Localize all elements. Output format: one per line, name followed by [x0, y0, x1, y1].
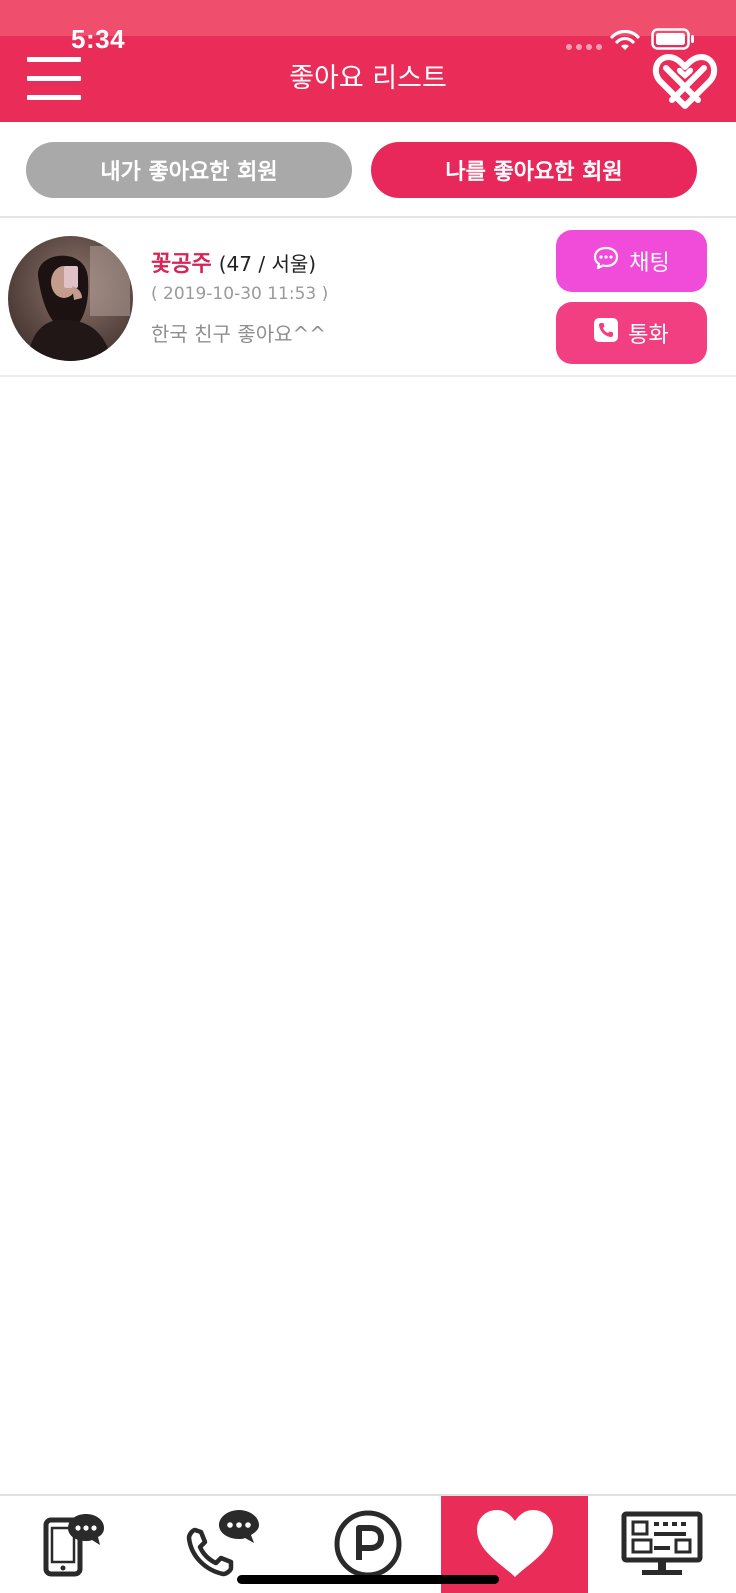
chat-button[interactable]: 채팅	[556, 230, 707, 292]
app-logo-icon[interactable]	[652, 48, 718, 118]
member-message: 한국 친구 좋아요^^	[151, 322, 327, 346]
phone-icon	[594, 318, 619, 348]
wifi-icon	[610, 29, 640, 56]
phone-chat-icon	[179, 1508, 263, 1584]
call-button[interactable]: 통화	[556, 302, 707, 364]
nav-monitor[interactable]	[588, 1496, 735, 1593]
point-icon	[332, 1508, 404, 1584]
chat-button-label: 채팅	[629, 251, 670, 276]
call-button-label: 통화	[628, 323, 669, 348]
member-name-line: 꽃공주 (47 / 서울)	[151, 246, 316, 278]
heart-icon	[473, 1507, 557, 1585]
likes-list-screen: 좋아요 리스트 5:34 내가 좋아요한 회원 나를 좋아요한 회원 꽃공주 (…	[0, 0, 736, 1593]
tab-liked-me[interactable]: 나를 좋아요한 회원	[371, 142, 697, 198]
like-filter-tabs: 내가 좋아요한 회원 나를 좋아요한 회원	[0, 122, 736, 218]
member-age-region: (47 / 서울)	[218, 252, 317, 276]
status-time: 5:34	[71, 24, 126, 54]
tab-i-liked[interactable]: 내가 좋아요한 회원	[26, 142, 352, 198]
nav-message-tablet[interactable]	[0, 1496, 147, 1593]
home-indicator	[237, 1575, 499, 1584]
list-item[interactable]: 꽃공주 (47 / 서울) ( 2019-10-30 11:53 ) 한국 친구…	[0, 218, 736, 377]
menu-icon-bar	[27, 95, 81, 100]
cellular-signal-icon	[566, 44, 602, 50]
avatar[interactable]	[8, 236, 133, 361]
message-tablet-icon	[38, 1508, 110, 1584]
page-title: 좋아요 리스트	[289, 63, 447, 94]
member-name: 꽃공주	[151, 252, 212, 277]
like-date: ( 2019-10-30 11:53 )	[151, 284, 329, 304]
chat-bubble-icon	[593, 246, 619, 276]
monitor-icon	[620, 1508, 704, 1584]
battery-icon	[651, 28, 695, 54]
